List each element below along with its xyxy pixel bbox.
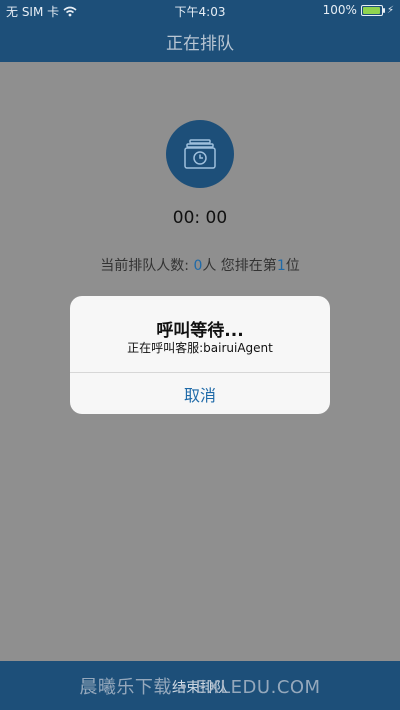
queue-prefix: 当前排队人数: <box>100 258 194 274</box>
status-right: 100% ⚡ <box>323 3 394 17</box>
queue-clock-icon <box>166 120 234 188</box>
battery-icon <box>360 4 385 16</box>
page-title: 正在排队 <box>166 33 234 54</box>
queue-timer: 00: 00 <box>172 208 228 228</box>
battery-percent: 100% <box>322 3 357 17</box>
alert-message: 正在呼叫客服:bairuiAgent <box>127 341 273 355</box>
watermark-text: 晨曦乐下载 • EXLEDU.COM <box>79 677 321 698</box>
queue-status: 当前排队人数: 0人 您排在第1位 <box>0 255 400 275</box>
calling-alert-dialog: 呼叫等待... 正在呼叫客服:bairuiAgent 取消 <box>70 296 330 414</box>
status-bar: 无 SIM 卡 下午4:03 100% ⚡ <box>0 0 400 20</box>
navigation-bar: 正在排队 <box>0 20 400 62</box>
bottom-bar: 结束排队 晨曦乐下载 • EXLEDU.COM <box>0 661 400 710</box>
cancel-button[interactable]: 取消 <box>70 373 330 414</box>
charging-icon: ⚡ <box>386 4 394 16</box>
queue-suffix: 位 <box>285 258 300 274</box>
clock-stack-icon <box>184 139 216 169</box>
queue-mid: 人 您排在第 <box>202 258 277 274</box>
queue-position: 1 <box>276 258 286 274</box>
alert-title: 呼叫等待... <box>156 321 244 341</box>
